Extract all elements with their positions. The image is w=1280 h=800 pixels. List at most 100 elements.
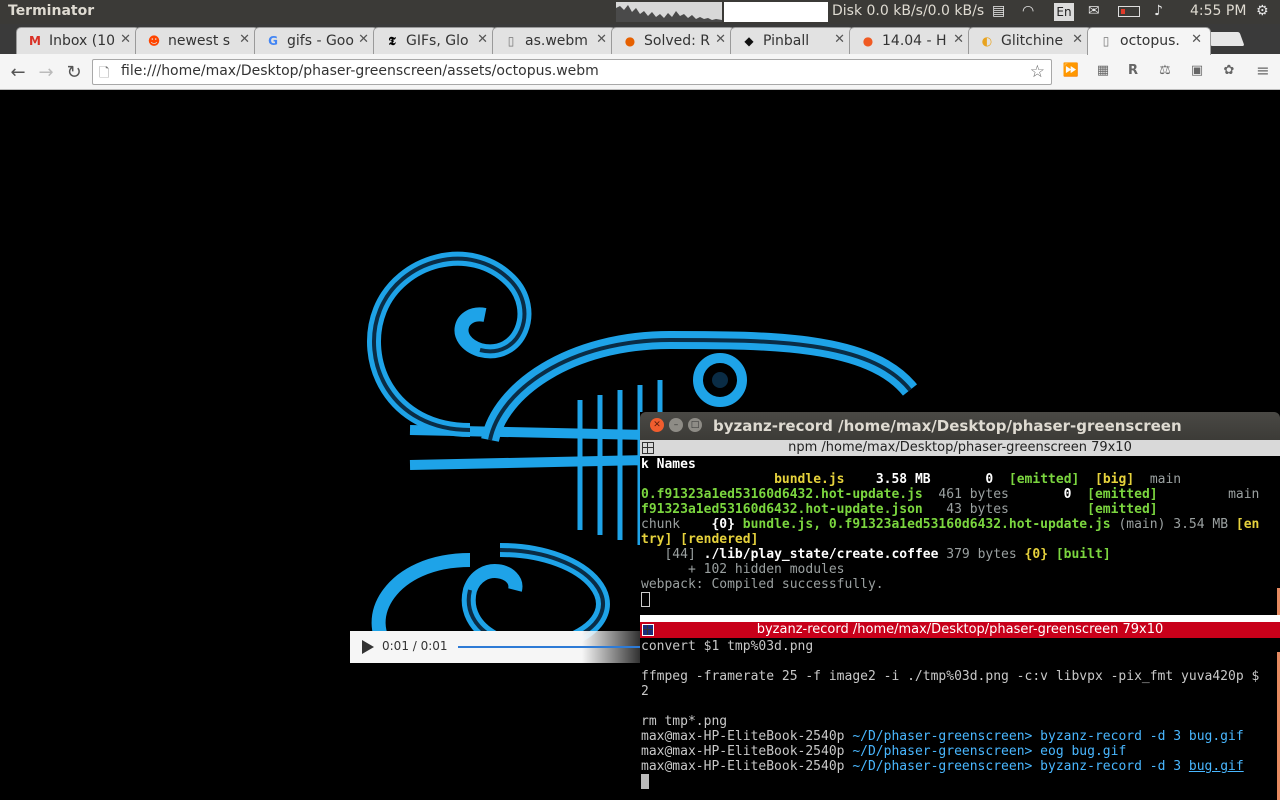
tab-as-webm[interactable]: ▯ as.webm ✕ — [492, 27, 616, 54]
close-icon[interactable]: ✕ — [953, 32, 964, 47]
tab-glitchine[interactable]: ◐ Glitchine ✕ — [968, 27, 1092, 54]
reddit-favicon-icon: ☻ — [147, 34, 161, 48]
tab-askubuntu[interactable]: ● 14.04 - H ✕ — [849, 27, 973, 54]
network-graph — [724, 2, 828, 22]
tab-title: Pinball — [763, 33, 810, 49]
clock[interactable]: 4:55 PM — [1190, 3, 1246, 19]
output-line: [44] ./lib/play_state/create.coffee 379 … — [664, 547, 1111, 562]
output-line: ffmpeg -framerate 25 -f image2 -i ./tmp%… — [641, 669, 1260, 684]
extension-puzzle-icon[interactable]: ✿ — [1220, 62, 1238, 80]
output-line: convert $1 tmp%03d.png — [641, 639, 814, 654]
grid-icon[interactable] — [642, 624, 654, 636]
wifi-icon[interactable]: ◠ — [1022, 3, 1034, 19]
top-pane-title: npm /home/max/Desktop/phaser-greenscreen… — [788, 440, 1132, 455]
page-icon: 🗋 — [99, 66, 110, 81]
output-line: webpack: Compiled successfully. — [641, 577, 884, 592]
extension-dashboard-icon[interactable]: ⚖ — [1156, 62, 1174, 80]
close-icon[interactable]: ✕ — [1072, 32, 1083, 47]
video-progress-bar[interactable] — [458, 646, 640, 648]
window-title: byzanz-record /home/max/Desktop/phaser-g… — [713, 417, 1182, 435]
output-line: k Names — [641, 457, 696, 472]
close-icon[interactable]: ✕ — [477, 32, 488, 47]
active-app-name: Terminator — [8, 3, 95, 19]
tab-gifs-glo[interactable]: 𝕿 GIFs, Glo ✕ — [373, 27, 497, 54]
terminal-titlebar: ✕ – □ byzanz-record /home/max/Desktop/ph… — [640, 412, 1280, 440]
nytimes-favicon-icon: 𝕿 — [388, 34, 396, 48]
tab-title: Inbox (10 — [49, 33, 116, 49]
pane-splitter[interactable] — [640, 615, 1280, 622]
new-tab-button[interactable] — [1205, 32, 1245, 46]
video-controls: 0:01 / 0:01 — [350, 631, 640, 663]
window-close-button[interactable]: ✕ — [650, 418, 664, 432]
system-load-graph — [616, 2, 722, 22]
askubuntu-favicon-icon: ● — [862, 34, 874, 48]
tab-solved[interactable]: ● Solved: R ✕ — [611, 27, 735, 54]
file-favicon-icon: ▯ — [507, 34, 515, 48]
back-arrow-icon[interactable]: ← — [8, 62, 28, 83]
glitch-favicon-icon: ◐ — [981, 34, 993, 48]
video-time: 0:01 / 0:01 — [382, 639, 448, 653]
close-icon[interactable]: ✕ — [239, 32, 250, 47]
chrome-menu-icon[interactable]: ≡ — [1254, 62, 1272, 80]
tab-gifs-google[interactable]: G gifs - Goo ✕ — [254, 27, 378, 54]
tab-newest[interactable]: ☻ newest s ✕ — [135, 27, 259, 54]
pinball-favicon-icon: ◆ — [744, 34, 754, 48]
terminal-cursor — [641, 774, 649, 789]
url-text[interactable]: file:///home/max/Desktop/phaser-greenscr… — [121, 63, 599, 79]
browser-tab-bar: M Inbox (10 ✕ ☻ newest s ✕ G gifs - Goo … — [0, 24, 1280, 55]
forward-arrow-icon[interactable]: → — [36, 62, 56, 83]
tab-title: newest s — [168, 33, 231, 49]
close-icon[interactable]: ✕ — [120, 32, 131, 47]
bookmark-star-icon[interactable]: ☆ — [1030, 62, 1045, 82]
battery-icon[interactable] — [1118, 6, 1140, 17]
prompt-line: max@max-HP-EliteBook-2540p ~/D/phaser-gr… — [641, 759, 1244, 774]
close-icon[interactable]: ✕ — [715, 32, 726, 47]
npm-output[interactable]: k Names bundle.js 3.58 MB 0 [emitted] [b… — [641, 457, 1259, 607]
shell-output[interactable]: convert $1 tmp%03d.png ffmpeg -framerate… — [641, 639, 1259, 789]
close-icon[interactable]: ✕ — [834, 32, 845, 47]
output-line: bundle.js 3.58 MB 0 [emitted] [big] main — [774, 472, 1182, 487]
disk-indicator: Disk 0.0 kB/s/0.0 kB/s — [832, 3, 985, 19]
close-icon[interactable]: ✕ — [596, 32, 607, 47]
extension-r-icon[interactable]: R — [1124, 62, 1142, 80]
window-maximize-button[interactable]: □ — [688, 418, 702, 432]
prompt-line: max@max-HP-EliteBook-2540p ~/D/phaser-gr… — [641, 744, 1127, 759]
google-favicon-icon: G — [268, 34, 278, 48]
close-icon[interactable]: ✕ — [1191, 32, 1202, 47]
address-bar[interactable]: 🗋 file:///home/max/Desktop/phaser-greens… — [92, 59, 1052, 85]
terminal-cursor — [641, 592, 650, 607]
extension-reader-icon[interactable]: ▦ — [1094, 62, 1112, 80]
output-line: + 102 hidden modules — [687, 562, 845, 577]
tab-pinball[interactable]: ◆ Pinball ✕ — [730, 27, 854, 54]
window-minimize-button[interactable]: – — [669, 418, 683, 432]
system-panel: Terminator Disk 0.0 kB/s/0.0 kB/s ▤ ◠ En… — [0, 0, 1280, 24]
output-line: 0.f91323a1ed53160d6432.hot-update.js 461… — [641, 487, 1260, 502]
grid-icon[interactable] — [642, 442, 654, 454]
firefox-favicon-icon: ● — [624, 34, 636, 48]
reload-icon[interactable]: ↻ — [64, 62, 84, 83]
volume-icon[interactable]: ♪ — [1154, 3, 1163, 19]
keyboard-language-indicator[interactable]: En — [1054, 3, 1074, 21]
output-line: try] [rendered] — [641, 532, 759, 547]
clipboard-icon[interactable]: ▤ — [992, 3, 1005, 19]
tab-title: gifs - Goo — [287, 33, 354, 49]
extension-record-icon[interactable]: ⏩ — [1062, 62, 1080, 80]
mail-icon[interactable]: ✉ — [1088, 3, 1100, 19]
tab-title: as.webm — [525, 33, 588, 49]
tab-title: Solved: R — [644, 33, 711, 49]
gear-icon[interactable]: ⚙ — [1256, 3, 1269, 19]
output-line: rm tmp*.png — [641, 714, 728, 729]
tab-title: GIFs, Glo — [406, 33, 469, 49]
play-icon[interactable] — [362, 640, 374, 654]
top-pane-header: npm /home/max/Desktop/phaser-greenscreen… — [640, 440, 1280, 456]
output-line: chunk {0} bundle.js, 0.f91323a1ed53160d6… — [641, 517, 1260, 532]
navigation-bar: ← → ↻ 🗋 file:///home/max/Desktop/phaser-… — [0, 54, 1280, 90]
bottom-pane-title: byzanz-record /home/max/Desktop/phaser-g… — [756, 622, 1164, 637]
tab-inbox[interactable]: M Inbox (10 ✕ — [16, 27, 140, 54]
tab-octopus[interactable]: ▯ octopus. ✕ — [1087, 27, 1211, 55]
close-icon[interactable]: ✕ — [358, 32, 369, 47]
extension-image-icon[interactable]: ▣ — [1188, 62, 1206, 80]
output-line: 2 — [641, 684, 649, 699]
gmail-favicon-icon: M — [29, 34, 41, 48]
bottom-pane-header: byzanz-record /home/max/Desktop/phaser-g… — [640, 622, 1280, 638]
